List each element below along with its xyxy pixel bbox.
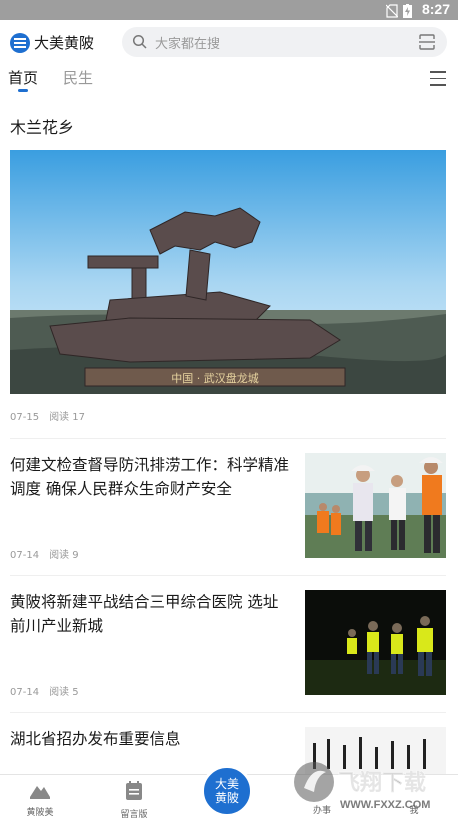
center-home-button[interactable]: 大美黄陂	[201, 765, 253, 817]
news-date: 07-14	[10, 550, 40, 561]
watermark-url: WWW.FXXZ.COM	[340, 799, 430, 811]
feature-article[interactable]: 木兰花乡 中国 · 武汉盘龙城 07-15 阅读 17	[10, 116, 446, 423]
search-bar[interactable]: 大家都在搜	[122, 27, 447, 57]
news-meta: 07-14 阅读 5	[10, 683, 79, 698]
feature-meta: 07-15 阅读 17	[10, 408, 85, 423]
search-placeholder: 大家都在搜	[155, 37, 221, 52]
news-title: 何建文检查督导防汛排涝工作：科学精准调度 确保人民群众生命财产安全	[10, 456, 290, 498]
channel-tabs: 首页 民生	[0, 64, 458, 98]
center-button-label: 大美黄陂	[214, 777, 239, 805]
mountain-icon	[29, 784, 51, 803]
feature-image-caption: 中国 · 武汉盘龙城	[171, 371, 259, 385]
feature-date: 07-15	[10, 412, 40, 423]
feature-reads: 阅读 17	[49, 412, 85, 423]
tab-minsheng[interactable]: 民生	[63, 67, 93, 88]
status-time: 8:27	[421, 1, 450, 17]
news-item[interactable]: 何建文检查督导防汛排涝工作：科学精准调度 确保人民群众生命财产安全 07-14 阅…	[10, 438, 446, 576]
nav-label: 黄陂美	[26, 808, 54, 818]
news-title: 黄陂将新建平战结合三甲综合医院 选址前川产业新城	[10, 593, 279, 635]
nav-item-message-board[interactable]: 留言版	[104, 781, 164, 820]
status-bar: 8:27	[0, 0, 458, 20]
nav-item-huangpimei[interactable]: 黄陂美	[10, 781, 70, 818]
search-icon	[132, 34, 147, 53]
logo-mark-icon	[10, 32, 30, 53]
tab-home[interactable]: 首页	[8, 67, 38, 88]
logo-text: 大美黄陂	[34, 34, 95, 52]
news-thumbnail	[305, 453, 446, 558]
news-reads: 阅读 5	[49, 687, 79, 698]
app-logo[interactable]: 大美黄陂	[10, 32, 94, 53]
news-date: 07-14	[10, 687, 40, 698]
feature-image[interactable]: 中国 · 武汉盘龙城	[10, 150, 446, 394]
scan-icon[interactable]	[419, 34, 435, 54]
news-reads: 阅读 9	[49, 550, 79, 561]
news-title: 湖北省招办发布重要信息	[10, 730, 181, 748]
nav-label: 留言版	[120, 810, 148, 820]
feature-title: 木兰花乡	[10, 118, 75, 137]
active-tab-indicator	[18, 89, 28, 92]
notepad-icon	[125, 781, 143, 805]
menu-icon[interactable]	[430, 71, 446, 86]
news-thumbnail	[305, 590, 446, 695]
news-meta: 07-14 阅读 9	[10, 546, 79, 561]
news-item[interactable]: 黄陂将新建平战结合三甲综合医院 选址前川产业新城 07-14 阅读 5	[10, 575, 446, 713]
app-header: 大美黄陂 大家都在搜	[0, 20, 458, 64]
watermark-text: 飞翔下载	[338, 770, 426, 796]
watermark: 飞翔下载 WWW.FXXZ.COM	[292, 758, 452, 814]
